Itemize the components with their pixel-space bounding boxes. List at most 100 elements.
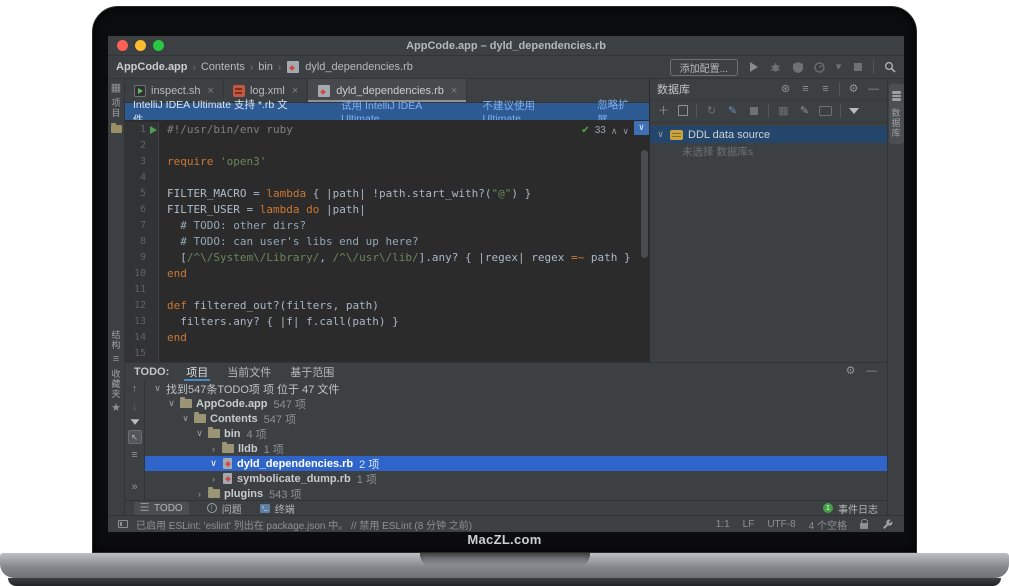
no-datasource-icon[interactable]: ⊛: [779, 83, 792, 96]
todo-filter-icon[interactable]: [130, 419, 139, 424]
structure-icon[interactable]: ≡: [110, 353, 123, 366]
tool-button-terminal[interactable]: ›_ 终端: [260, 501, 295, 516]
close-tab-icon[interactable]: ×: [292, 85, 298, 97]
tree-chevron-icon[interactable]: ∨: [153, 383, 162, 394]
minimize-window-button[interactable]: [135, 40, 146, 51]
tree-chevron-icon[interactable]: ›: [195, 489, 204, 499]
profiler-icon[interactable]: [813, 61, 826, 74]
table-icon[interactable]: ▦: [777, 105, 790, 118]
todo-tab-project[interactable]: 项目: [184, 363, 210, 381]
event-log-label: 事件日志: [838, 501, 878, 516]
database-settings-gear-icon[interactable]: ⚙: [847, 83, 860, 96]
add-datasource-icon[interactable]: ＋: [657, 105, 670, 118]
autoscroll-to-source-icon[interactable]: ↖: [128, 430, 142, 444]
tool-button-todo[interactable]: ☰ TODO: [134, 502, 189, 515]
tool-window-toggle-icon[interactable]: [118, 520, 128, 528]
notification-expand-button[interactable]: ∨: [634, 121, 649, 135]
status-bar: 已启用 ESLint: 'eslint' 列出在 package.json 中。…: [108, 515, 904, 532]
code-editor[interactable]: 123456789101112131415 #!/usr/bin/env rub…: [125, 120, 649, 362]
tool-button-structure[interactable]: 结构: [110, 330, 123, 350]
todo-node-label: Contents: [210, 413, 258, 425]
zoom-window-button[interactable]: [153, 40, 164, 51]
toolbar-divider: [873, 60, 874, 74]
db-stop-icon[interactable]: [747, 105, 760, 118]
run-line-icon[interactable]: [150, 126, 157, 134]
tree-chevron-icon[interactable]: ›: [209, 474, 218, 484]
tool-button-project[interactable]: 项目: [110, 98, 123, 118]
line-number: 3: [125, 154, 158, 170]
file-encoding[interactable]: UTF-8: [767, 519, 795, 530]
datasource-properties-icon[interactable]: ✎: [726, 105, 739, 118]
hide-stripe-icon[interactable]: »: [128, 481, 141, 494]
tool-button-database[interactable]: 数据库: [889, 84, 904, 144]
todo-tab-current-file[interactable]: 当前文件: [225, 363, 273, 381]
close-tab-icon[interactable]: ×: [451, 85, 457, 97]
tool-button-problems[interactable]: ! 问题: [207, 501, 242, 516]
caret-position[interactable]: 1:1: [716, 519, 730, 530]
ddl-datasource-icon: [670, 130, 683, 140]
code-line: end: [167, 330, 631, 346]
todo-tree-row[interactable]: ∨dyld_dependencies.rb2 项: [145, 456, 887, 471]
duplicate-icon[interactable]: [680, 107, 688, 116]
tree-chevron-icon[interactable]: ∨: [167, 398, 176, 409]
breadcrumb-item[interactable]: bin: [258, 61, 273, 73]
filter-datasource-icon[interactable]: [849, 108, 859, 114]
event-count-badge: 1: [823, 503, 833, 513]
todo-tree-row[interactable]: ›symbolicate_dump.rb1 项: [145, 471, 887, 486]
tree-chevron-icon[interactable]: ∨: [181, 413, 190, 424]
debug-icon[interactable]: [769, 61, 782, 74]
next-problem-icon[interactable]: ∨: [622, 123, 629, 139]
tree-chevron-icon[interactable]: ∨: [195, 428, 204, 439]
refresh-icon[interactable]: ↻: [705, 105, 718, 118]
add-configuration-button[interactable]: 添加配置...: [670, 59, 738, 76]
next-todo-icon[interactable]: ↓: [128, 401, 141, 414]
todo-tree-row[interactable]: ∨AppCode.app547 项: [145, 396, 887, 411]
todo-hide-icon[interactable]: —: [865, 365, 878, 378]
indent-setting[interactable]: 4 个空格: [809, 517, 847, 532]
todo-tree-row[interactable]: ∨找到547条TODO项 项 位于 47 文件: [145, 381, 887, 396]
tree-chevron-icon[interactable]: ∨: [209, 458, 218, 469]
breadcrumb-item[interactable]: Contents: [201, 61, 245, 73]
project-grid-icon[interactable]: ▦: [110, 82, 123, 95]
line-ending[interactable]: LF: [743, 519, 755, 530]
readonly-lock-icon[interactable]: [860, 523, 868, 529]
coverage-icon[interactable]: [791, 61, 804, 74]
editor-scrollbar[interactable]: [641, 150, 648, 258]
todo-settings-gear-icon[interactable]: ⚙: [844, 365, 857, 378]
database-tree-row-ddl[interactable]: ∨ DDL data source: [650, 126, 887, 143]
todo-collapse-all-icon[interactable]: ≡: [128, 449, 141, 462]
prev-problem-icon[interactable]: ∧: [611, 123, 618, 139]
tree-chevron-icon[interactable]: ›: [209, 444, 218, 454]
ddl-chevron-icon[interactable]: ∨: [656, 129, 665, 140]
todo-tab-scope[interactable]: 基于范围: [288, 363, 336, 381]
breadcrumb-item[interactable]: AppCode.app: [116, 61, 188, 73]
edit-console-icon[interactable]: ✎: [798, 105, 811, 118]
todo-tree-row[interactable]: ∨bin4 项: [145, 426, 887, 441]
collapse-all-icon[interactable]: ≡: [799, 83, 812, 96]
code-line: FILTER_MACRO = lambda { |path| !path.sta…: [167, 186, 631, 202]
profiler-dropdown-icon[interactable]: ▾: [835, 61, 842, 74]
ruby-file-icon: [318, 85, 330, 97]
search-everywhere-icon[interactable]: [883, 61, 896, 74]
project-files-icon[interactable]: [111, 125, 122, 133]
wrench-icon[interactable]: [881, 518, 894, 531]
run-icon[interactable]: [747, 61, 760, 74]
database-stack-icon: [892, 91, 901, 101]
breadcrumb-item[interactable]: dyld_dependencies.rb: [305, 61, 413, 73]
inspection-widget[interactable]: ✔ 33 ∧ ∨: [581, 123, 629, 139]
hide-panel-icon[interactable]: —: [867, 83, 880, 96]
tool-button-favorites[interactable]: 收藏夹: [110, 369, 123, 399]
close-window-button[interactable]: [117, 40, 128, 51]
expand-all-icon[interactable]: ≡: [819, 83, 832, 96]
previous-todo-icon[interactable]: ↑: [128, 383, 141, 396]
todo-tree-row[interactable]: ∨Contents547 项: [145, 411, 887, 426]
close-tab-icon[interactable]: ×: [208, 85, 214, 97]
event-log-button[interactable]: 1 事件日志: [823, 501, 878, 516]
stop-icon[interactable]: [851, 61, 864, 74]
todo-tree-row[interactable]: ›plugins543 项: [145, 486, 887, 501]
status-message[interactable]: 已启用 ESLint: 'eslint' 列出在 package.json 中。…: [136, 517, 472, 532]
tool-button-todo-label: TODO: [154, 503, 183, 514]
ddl-mapping-icon[interactable]: [819, 106, 832, 116]
todo-tree-row[interactable]: ›lldb1 项: [145, 441, 887, 456]
favorites-star-icon[interactable]: ★: [110, 402, 123, 415]
